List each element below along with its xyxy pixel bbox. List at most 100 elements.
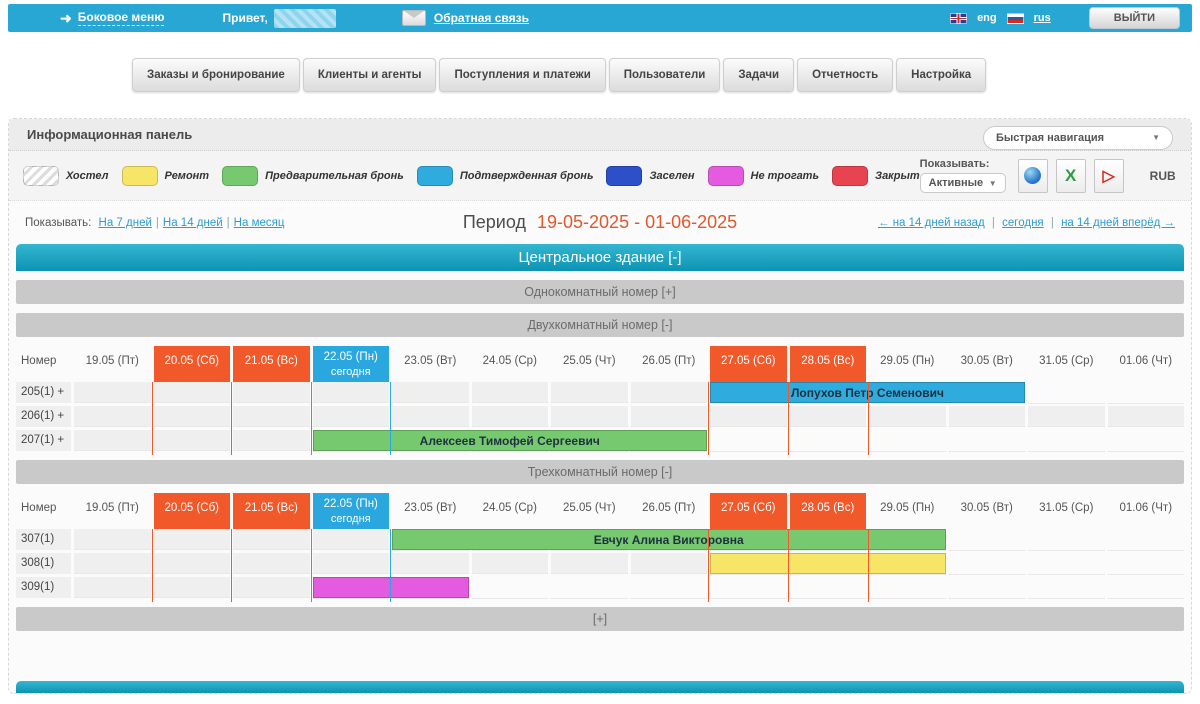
day-cell[interactable] <box>74 406 151 427</box>
tab-1[interactable]: Клиенты и агенты <box>303 58 437 92</box>
day-cell[interactable] <box>313 529 390 550</box>
day-cell[interactable] <box>710 403 787 404</box>
room-number[interactable]: 307(1) <box>16 529 71 550</box>
room-number[interactable]: 207(1) + <box>16 430 71 451</box>
day-cell[interactable] <box>551 553 628 574</box>
booking-bar-preliminary[interactable]: Алексеев Тимофей Сергеевич <box>313 430 708 451</box>
day-cell[interactable] <box>551 550 628 551</box>
day-cell[interactable] <box>154 529 231 550</box>
day-cell[interactable] <box>313 598 390 599</box>
day-cell[interactable] <box>313 406 390 427</box>
day-cell[interactable] <box>631 451 708 452</box>
excel-export-icon[interactable]: X <box>1056 159 1086 193</box>
day-cell[interactable] <box>313 451 390 452</box>
day-cell[interactable] <box>710 406 787 427</box>
day-cell[interactable] <box>233 406 310 427</box>
day-cell[interactable] <box>869 403 946 404</box>
day-cell[interactable] <box>392 382 469 403</box>
range-link-2[interactable]: На месяц <box>234 217 285 229</box>
day-cell[interactable] <box>472 382 549 403</box>
tab-6[interactable]: Настройка <box>896 58 986 92</box>
day-cell[interactable] <box>154 430 231 451</box>
day-cell[interactable] <box>74 529 151 550</box>
day-cell[interactable] <box>74 430 151 451</box>
side-menu-link[interactable]: Боковое меню <box>78 10 165 26</box>
forward-14-days-link[interactable]: на 14 дней вперёд → <box>1061 217 1175 229</box>
day-cell[interactable] <box>1028 550 1105 551</box>
day-cell[interactable] <box>1108 574 1185 575</box>
day-cell[interactable] <box>551 598 628 599</box>
day-cell[interactable] <box>631 550 708 551</box>
day-cell[interactable] <box>233 577 310 598</box>
uk-flag-icon[interactable] <box>950 13 967 24</box>
tab-3[interactable]: Пользователи <box>609 58 721 92</box>
range-link-1[interactable]: На 14 дней <box>163 217 223 229</box>
booking-bar-repair[interactable] <box>710 553 946 574</box>
tab-0[interactable]: Заказы и бронирование <box>132 58 300 92</box>
day-cell[interactable] <box>392 451 469 452</box>
day-cell[interactable] <box>313 382 390 403</box>
day-cell[interactable] <box>551 382 628 403</box>
day-cell[interactable] <box>949 403 1026 404</box>
day-cell[interactable] <box>631 382 708 403</box>
day-cell[interactable] <box>631 406 708 427</box>
feedback-link[interactable]: Обратная связь <box>434 11 529 25</box>
day-cell[interactable] <box>710 574 787 575</box>
day-cell[interactable] <box>949 550 1026 551</box>
day-cell[interactable] <box>551 406 628 427</box>
tab-5[interactable]: Отчетность <box>797 58 893 92</box>
tab-4[interactable]: Задачи <box>723 58 794 92</box>
day-cell[interactable] <box>1108 550 1185 551</box>
day-cell[interactable] <box>1028 598 1105 599</box>
day-cell[interactable] <box>154 577 231 598</box>
day-cell[interactable] <box>233 430 310 451</box>
day-cell[interactable] <box>1108 403 1185 404</box>
room-number[interactable]: 205(1) + <box>16 382 71 403</box>
day-cell[interactable] <box>472 553 549 574</box>
day-cell[interactable] <box>790 574 867 575</box>
day-cell[interactable] <box>233 529 310 550</box>
section-header-2[interactable]: Трехкомнатный номер [-] <box>16 460 1184 484</box>
lang-rus[interactable]: rus <box>1034 12 1051 24</box>
day-cell[interactable] <box>392 598 469 599</box>
logout-button[interactable]: ВЫЙТИ <box>1089 7 1180 29</box>
day-cell[interactable] <box>472 406 549 427</box>
day-cell[interactable] <box>710 451 787 452</box>
day-cell[interactable] <box>472 550 549 551</box>
day-cell[interactable] <box>869 598 946 599</box>
day-cell[interactable] <box>392 406 469 427</box>
day-cell[interactable] <box>790 550 867 551</box>
html-export-icon[interactable] <box>1018 159 1048 193</box>
day-cell[interactable] <box>790 406 867 427</box>
day-cell[interactable] <box>710 598 787 599</box>
day-cell[interactable] <box>869 406 946 427</box>
day-cell[interactable] <box>1028 451 1105 452</box>
day-cell[interactable] <box>790 598 867 599</box>
day-cell[interactable] <box>1108 406 1185 427</box>
day-cell[interactable] <box>154 553 231 574</box>
day-cell[interactable] <box>1108 451 1185 452</box>
day-cell[interactable] <box>154 382 231 403</box>
section-header-1[interactable]: Двухкомнатный номер [-] <box>16 313 1184 337</box>
day-cell[interactable] <box>949 574 1026 575</box>
day-cell[interactable] <box>631 553 708 574</box>
next-building-header-partial[interactable] <box>16 681 1184 693</box>
room-number[interactable]: 206(1) + <box>16 406 71 427</box>
status-filter-select[interactable]: Активные ▼ <box>920 173 1006 193</box>
day-cell[interactable] <box>472 598 549 599</box>
range-link-0[interactable]: На 7 дней <box>99 217 152 229</box>
ru-flag-icon[interactable] <box>1007 13 1024 24</box>
day-cell[interactable] <box>710 550 787 551</box>
day-cell[interactable] <box>949 406 1026 427</box>
day-cell[interactable] <box>154 406 231 427</box>
pdf-export-icon[interactable]: ▷ <box>1094 159 1124 193</box>
day-cell[interactable] <box>74 577 151 598</box>
day-cell[interactable] <box>869 550 946 551</box>
day-cell[interactable] <box>1028 403 1105 404</box>
section-header-3[interactable]: [+] <box>16 607 1184 631</box>
back-14-days-link[interactable]: ← на 14 дней назад <box>878 217 985 229</box>
lang-eng[interactable]: eng <box>977 12 997 24</box>
day-cell[interactable] <box>1028 574 1105 575</box>
day-cell[interactable] <box>313 553 390 574</box>
day-cell[interactable] <box>790 403 867 404</box>
